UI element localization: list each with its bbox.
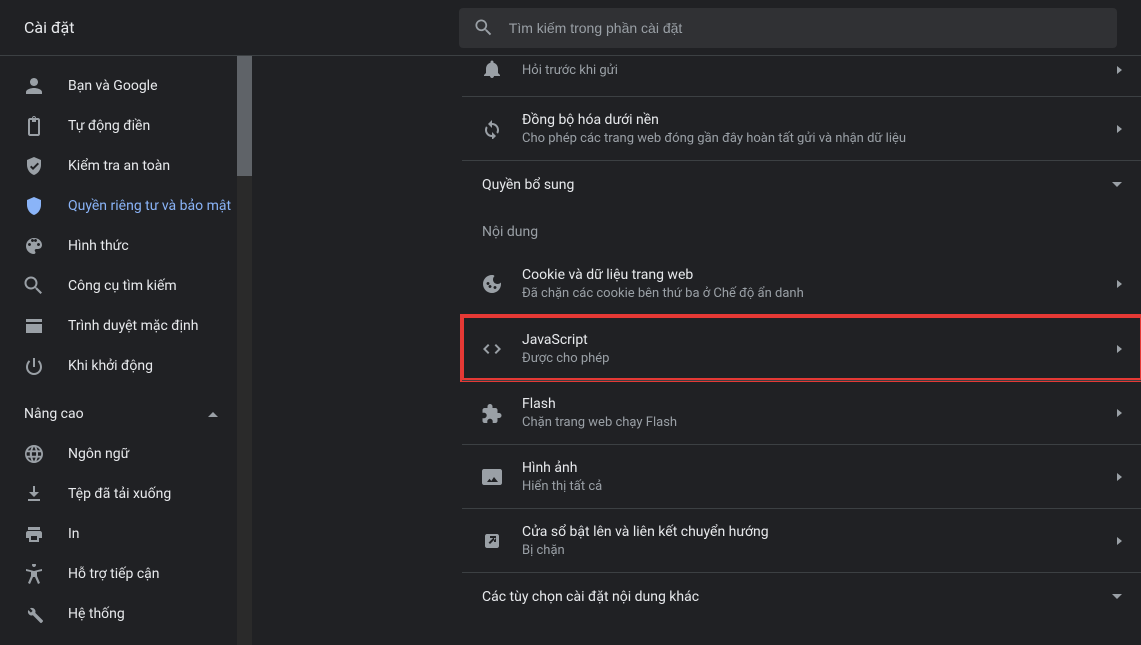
chevron-right-icon — [1117, 409, 1122, 417]
page-title: Cài đặt — [24, 18, 459, 37]
row-title: Đồng bộ hóa dưới nền — [522, 112, 1105, 128]
sidebar-item-label: Hỗ trợ tiếp cận — [68, 566, 160, 582]
row-title: Flash — [522, 396, 1105, 412]
sidebar-item-label: Tự động điền — [68, 118, 150, 134]
setting-row-images[interactable]: Hình ảnh Hiển thị tất cả — [462, 444, 1141, 508]
clipboard-icon — [24, 116, 44, 136]
search-input[interactable] — [509, 20, 1101, 36]
row-subtitle: Bị chặn — [522, 543, 1105, 558]
shield-check-icon — [24, 156, 44, 176]
sidebar-item-appearance[interactable]: Hình thức — [0, 226, 252, 266]
setting-row-popups[interactable]: Cửa sổ bật lên và liên kết chuyển hướng … — [462, 508, 1141, 572]
sidebar-item-label: Ngôn ngữ — [68, 446, 129, 462]
setting-row-background-sync[interactable]: Đồng bộ hóa dưới nền Cho phép các trang … — [462, 96, 1141, 160]
sidebar-item-label: Trình duyệt mặc định — [68, 318, 199, 334]
sidebar-item-search-engine[interactable]: Công cụ tìm kiếm — [0, 266, 252, 306]
popup-icon — [482, 531, 502, 551]
printer-icon — [24, 524, 44, 544]
sidebar-item-on-startup[interactable]: Khi khởi động — [0, 346, 252, 386]
setting-row-javascript[interactable]: JavaScript Được cho phép — [462, 316, 1141, 380]
chevron-right-icon — [1117, 125, 1122, 133]
setting-row-flash[interactable]: Flash Chặn trang web chạy Flash — [462, 380, 1141, 444]
search-icon — [24, 276, 44, 296]
image-icon — [482, 467, 502, 487]
search-icon — [475, 19, 493, 37]
person-icon — [24, 76, 44, 96]
sidebar-item-default-browser[interactable]: Trình duyệt mặc định — [0, 306, 252, 346]
wrench-icon — [24, 604, 44, 624]
setting-row-cookies[interactable]: Cookie và dữ liệu trang web Đã chặn các … — [462, 252, 1141, 316]
row-subtitle: Chặn trang web chạy Flash — [522, 415, 1105, 430]
shield-icon — [24, 196, 44, 216]
sidebar-item-label: Tệp đã tải xuống — [68, 486, 171, 502]
main-content: Hỏi trước khi gửi Đồng bộ hóa dưới nền C… — [252, 56, 1141, 645]
chevron-right-icon — [1117, 473, 1122, 481]
scrollbar-thumb[interactable] — [237, 56, 252, 176]
sidebar-item-label: Công cụ tìm kiếm — [68, 278, 177, 294]
other-options-label: Các tùy chọn cài đặt nội dung khác — [482, 589, 699, 605]
row-title: Cửa sổ bật lên và liên kết chuyển hướng — [522, 524, 1105, 540]
row-subtitle: Cho phép các trang web đóng gần đây hoàn… — [522, 131, 1105, 146]
sidebar-item-language[interactable]: Ngôn ngữ — [0, 434, 252, 474]
sidebar-item-downloads[interactable]: Tệp đã tải xuống — [0, 474, 252, 514]
row-title: Hình ảnh — [522, 460, 1105, 476]
globe-icon — [24, 444, 44, 464]
sidebar-item-label: In — [68, 526, 80, 542]
row-title: Cookie và dữ liệu trang web — [522, 267, 1105, 283]
setting-row-notifications[interactable]: Hỏi trước khi gửi — [462, 56, 1141, 96]
row-subtitle: Đã chặn các cookie bên thứ ba ở Chế độ ẩ… — [522, 286, 1105, 301]
sidebar-item-accessibility[interactable]: Hỗ trợ tiếp cận — [0, 554, 252, 594]
chevron-right-icon — [1117, 280, 1122, 288]
row-subtitle: Được cho phép — [522, 351, 1105, 366]
puzzle-icon — [482, 403, 502, 423]
content-section-label: Nội dung — [462, 208, 1141, 252]
accessibility-icon — [24, 564, 44, 584]
chevron-right-icon — [1117, 345, 1122, 353]
bell-icon — [482, 60, 502, 80]
palette-icon — [24, 236, 44, 256]
chevron-down-icon — [1112, 594, 1122, 599]
sidebar-item-you-and-google[interactable]: Bạn và Google — [0, 66, 252, 106]
chevron-right-icon — [1117, 537, 1122, 545]
sidebar-item-label: Khi khởi động — [68, 358, 153, 374]
row-title: JavaScript — [522, 332, 1105, 348]
sync-icon — [482, 119, 502, 139]
row-subtitle: Hỏi trước khi gửi — [522, 63, 1105, 78]
other-content-settings-toggle[interactable]: Các tùy chọn cài đặt nội dung khác — [462, 572, 1141, 620]
extra-permissions-label: Quyền bổ sung — [482, 177, 574, 193]
sidebar-item-privacy[interactable]: Quyền riêng tư và bảo mật — [0, 186, 252, 226]
sidebar: Bạn và Google Tự động điền Kiểm tra an t… — [0, 56, 252, 645]
sidebar-item-label: Hệ thống — [68, 606, 125, 622]
search-container[interactable] — [459, 8, 1117, 48]
sidebar-item-autofill[interactable]: Tự động điền — [0, 106, 252, 146]
code-icon — [482, 339, 502, 359]
sidebar-item-safety-check[interactable]: Kiểm tra an toàn — [0, 146, 252, 186]
advanced-label: Nâng cao — [24, 406, 84, 422]
row-subtitle: Hiển thị tất cả — [522, 479, 1105, 494]
header: Cài đặt — [0, 0, 1141, 56]
download-icon — [24, 484, 44, 504]
browser-icon — [24, 316, 44, 336]
sidebar-item-label: Quyền riêng tư và bảo mật — [68, 198, 231, 214]
sidebar-item-label: Kiểm tra an toàn — [68, 158, 170, 174]
chevron-down-icon — [1112, 182, 1122, 187]
chevron-up-icon — [208, 412, 218, 417]
power-icon — [24, 356, 44, 376]
sidebar-item-system[interactable]: Hệ thống — [0, 594, 252, 634]
sidebar-item-print[interactable]: In — [0, 514, 252, 554]
sidebar-advanced-toggle[interactable]: Nâng cao — [0, 394, 252, 434]
extra-permissions-toggle[interactable]: Quyền bổ sung — [462, 160, 1141, 208]
sidebar-item-label: Bạn và Google — [68, 78, 158, 94]
sidebar-item-label: Hình thức — [68, 238, 129, 254]
chevron-right-icon — [1117, 66, 1122, 74]
cookie-icon — [482, 274, 502, 294]
